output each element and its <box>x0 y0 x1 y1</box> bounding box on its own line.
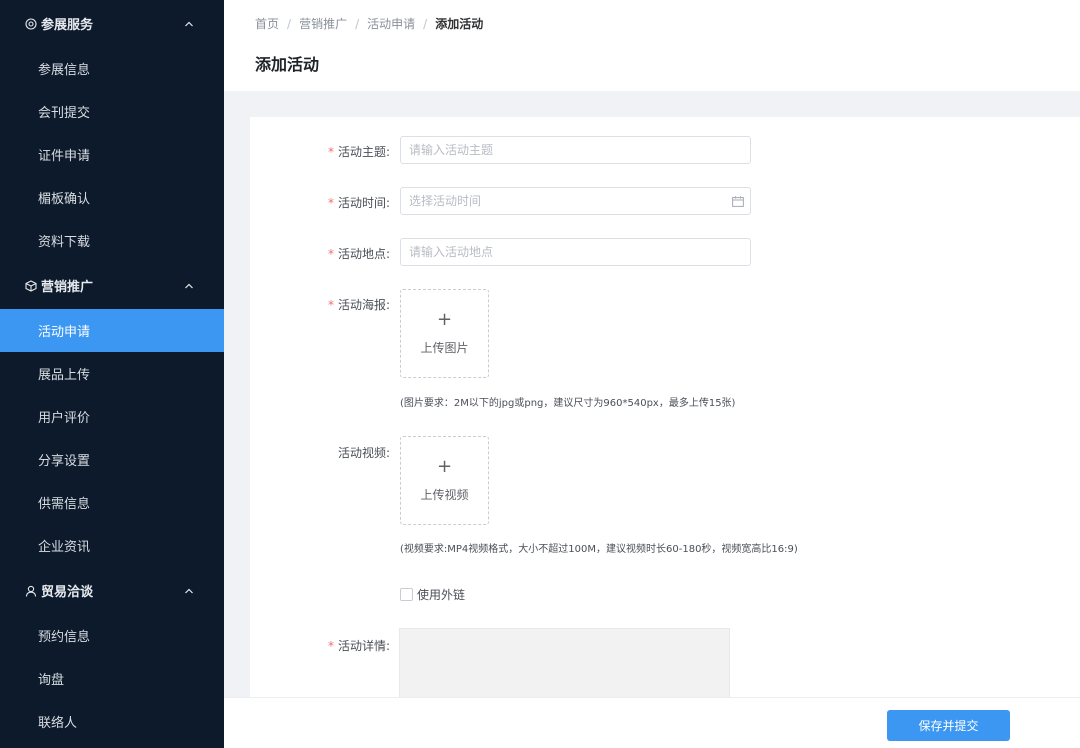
sidebar-group-label: 参展服务 <box>41 18 94 33</box>
sidebar-group-marketing[interactable]: 营销推广 <box>0 262 224 309</box>
breadcrumb-home[interactable]: 首页 <box>255 15 279 32</box>
breadcrumb-event-apply[interactable]: 活动申请 <box>367 15 415 32</box>
required-mark: * <box>327 196 334 210</box>
location-input[interactable] <box>400 238 751 266</box>
required-mark: * <box>327 247 334 261</box>
location-label: * 活动地点: <box>327 247 390 261</box>
target-icon <box>24 17 38 31</box>
subject-input[interactable] <box>400 136 751 164</box>
video-hint: (视频要求:MP4视频格式，大小不超过100M，建议视频时长60-180秒，视频… <box>400 544 798 555</box>
sidebar-item-event-apply[interactable]: 活动申请 <box>0 309 224 352</box>
sidebar-group-label: 营销推广 <box>41 280 94 295</box>
details-rich-editor[interactable] <box>399 628 730 697</box>
sidebar-item-contacts[interactable]: 联络人 <box>0 700 224 743</box>
sidebar-item-appointments[interactable]: 预约信息 <box>0 614 224 657</box>
calendar-icon[interactable] <box>732 196 744 207</box>
checkbox-box[interactable] <box>400 588 413 601</box>
sidebar-item-inquiries[interactable]: 询盘 <box>0 657 224 700</box>
poster-upload-button[interactable]: + 上传图片 <box>400 289 489 378</box>
sidebar-item-exhibit-info[interactable]: 参展信息 <box>0 47 224 90</box>
breadcrumb-current: 添加活动 <box>435 17 484 31</box>
save-submit-button[interactable]: 保存并提交 <box>887 710 1010 741</box>
page-header: 首页 / 营销推广 / 活动申请 / 添加活动 添加活动 <box>224 0 1080 91</box>
chevron-up-icon <box>185 21 193 26</box>
required-mark: * <box>327 145 334 159</box>
chevron-up-icon <box>185 283 193 288</box>
external-link-checkbox[interactable]: 使用外链 <box>400 586 465 603</box>
sidebar-item-badge-apply[interactable]: 证件申请 <box>0 133 224 176</box>
poster-label: * 活动海报: <box>327 298 390 312</box>
sidebar-item-fascia-confirm[interactable]: 楣板确认 <box>0 176 224 219</box>
sidebar-group-exhibit-services[interactable]: 参展服务 <box>0 0 224 47</box>
required-mark: * <box>327 639 334 653</box>
box-icon <box>24 279 38 293</box>
plus-icon: + <box>436 309 453 330</box>
time-label: * 活动时间: <box>327 196 390 210</box>
breadcrumb: 首页 / 营销推广 / 活动申请 / 添加活动 <box>255 15 483 32</box>
plus-icon: + <box>436 456 453 477</box>
event-form: *活动主题: *活动时间: *活动地点: *活动海报: + 上传图片 (图片要求… <box>250 117 1080 697</box>
user-icon <box>24 584 38 598</box>
chevron-up-icon <box>185 588 193 593</box>
sidebar-group-label: 贸易洽谈 <box>41 585 94 600</box>
required-mark: * <box>327 298 334 312</box>
poster-hint: (图片要求：2M以下的jpg或png，建议尺寸为960*540px，最多上传15… <box>400 398 736 409</box>
time-picker-input[interactable] <box>400 187 751 215</box>
page-title: 添加活动 <box>255 55 320 74</box>
sidebar: 参展服务 参展信息 会刊提交 证件申请 楣板确认 资料下载 营销推广 活动申请 … <box>0 0 224 748</box>
breadcrumb-marketing[interactable]: 营销推广 <box>299 15 347 32</box>
sidebar-item-product-upload[interactable]: 展品上传 <box>0 352 224 395</box>
form-footer: 保存并提交 <box>224 697 1080 748</box>
sidebar-item-downloads[interactable]: 资料下载 <box>0 219 224 262</box>
sidebar-item-share-settings[interactable]: 分享设置 <box>0 438 224 481</box>
details-label: * 活动详情: <box>327 639 390 653</box>
breadcrumb-separator: / <box>355 16 360 31</box>
sidebar-item-user-reviews[interactable]: 用户评价 <box>0 395 224 438</box>
subject-label: * 活动主题: <box>327 145 390 159</box>
video-label: 活动视频: <box>337 446 390 460</box>
sidebar-group-trade[interactable]: 贸易洽谈 <box>0 567 224 614</box>
sidebar-item-company-news[interactable]: 企业资讯 <box>0 524 224 567</box>
sidebar-item-supply-demand[interactable]: 供需信息 <box>0 481 224 524</box>
breadcrumb-separator: / <box>287 16 292 31</box>
sidebar-item-catalog-submit[interactable]: 会刊提交 <box>0 90 224 133</box>
video-upload-button[interactable]: + 上传视频 <box>400 436 489 525</box>
breadcrumb-separator: / <box>423 16 428 31</box>
